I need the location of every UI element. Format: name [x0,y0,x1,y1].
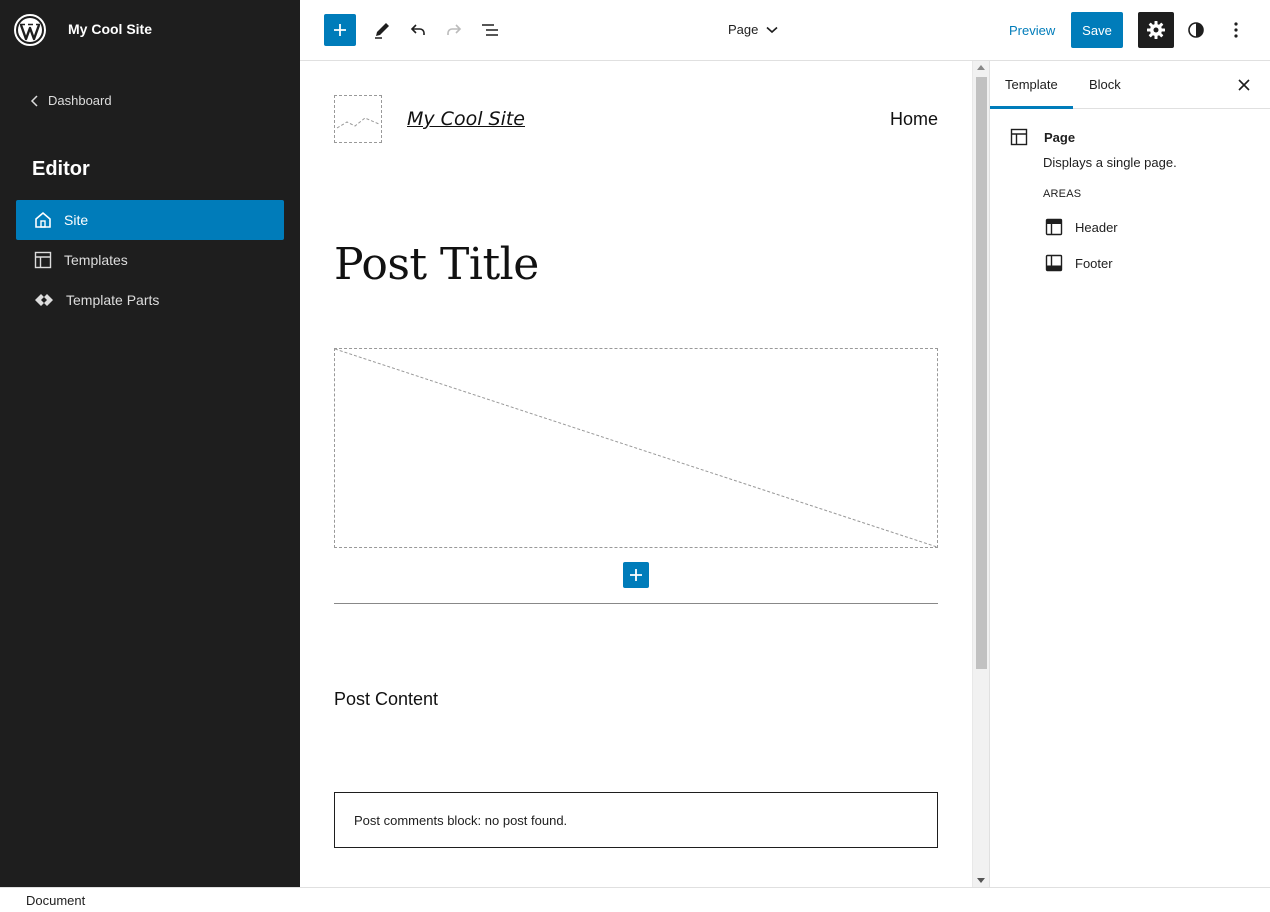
more-vertical-icon [1234,22,1238,38]
list-view-icon [482,24,498,36]
preview-button[interactable]: Preview [1009,23,1055,38]
options-button[interactable] [1220,14,1252,46]
gear-icon [1147,21,1165,39]
sidebar-nav: Site Templates Template Parts [16,200,284,320]
sidebar-item-site[interactable]: Site [16,200,284,240]
breadcrumb-document[interactable]: Document [26,893,85,908]
wordpress-logo-icon[interactable] [14,14,46,46]
sidebar-item-label: Site [64,212,89,228]
plus-icon [630,569,642,581]
sidebar-item-templates[interactable]: Templates [16,240,284,280]
close-icon[interactable] [1234,75,1254,95]
area-item-label: Header [1075,219,1118,235]
tab-block[interactable]: Block [1089,77,1121,92]
post-comments-text: Post comments block: no post found. [354,813,568,828]
tab-template[interactable]: Template [990,77,1073,109]
layout-icon [1010,128,1028,146]
list-view-button[interactable] [474,14,506,46]
chevron-left-icon [30,94,38,107]
navigation-home-link[interactable]: Home [890,109,938,130]
redo-button[interactable] [438,14,470,46]
areas-heading: AREAS [1043,188,1082,200]
site-logo-placeholder[interactable] [334,95,382,143]
sidebar-item-template-parts[interactable]: Template Parts [16,280,284,320]
separator-block[interactable] [334,603,938,604]
dashboard-link[interactable]: Dashboard [30,93,112,108]
redo-icon [447,24,462,35]
scroll-down-arrow-icon[interactable] [977,878,985,883]
sidebar-heading: Editor [32,158,90,180]
panel-tabs: Template Block [990,61,1270,109]
layout-icon [34,251,52,269]
contrast-icon [1188,22,1204,38]
template-switcher-label: Page [728,22,759,37]
pencil-icon [375,23,389,39]
chevron-down-icon [766,26,778,33]
area-item-footer[interactable]: Footer [1045,254,1113,272]
canvas-scrollbar[interactable] [972,61,989,887]
placeholder-diagonal [334,348,938,548]
footer-icon [1045,254,1063,272]
sidebar-item-label: Template Parts [66,292,160,308]
inline-add-block-button[interactable] [623,562,649,588]
template-summary: Page [1010,128,1075,146]
plus-icon [334,24,346,36]
scroll-thumb[interactable] [976,77,987,669]
save-button[interactable]: Save [1071,12,1123,48]
home-icon [35,211,51,228]
header-icon [1045,218,1063,236]
settings-button[interactable] [1138,12,1174,48]
add-block-button[interactable] [324,14,356,46]
site-title[interactable]: My Cool Site [407,108,525,130]
editor-canvas[interactable]: My Cool Site Home Post Title Post Conten… [300,61,972,887]
image-placeholder-icon [336,117,380,129]
undo-button[interactable] [402,14,434,46]
template-switcher[interactable]: Page [728,22,778,37]
featured-image-placeholder[interactable] [334,348,938,548]
undo-icon [410,24,425,35]
post-content-block[interactable]: Post Content [334,689,438,710]
sidebar-item-label: Templates [64,252,128,268]
site-editor-app: My Cool Site Dashboard Editor Site Templ… [0,0,1270,912]
edit-tool-button[interactable] [366,14,398,46]
area-item-header[interactable]: Header [1045,218,1118,236]
settings-panel: Template Block Page Displays a single pa… [989,61,1270,887]
post-title[interactable]: Post Title [334,239,539,290]
editor-sidebar: My Cool Site Dashboard Editor Site Templ… [0,0,300,887]
block-breadcrumb-bar: Document [0,887,1270,912]
site-name[interactable]: My Cool Site [68,21,152,37]
template-name: Page [1044,129,1076,145]
post-comments-block[interactable]: Post comments block: no post found. [334,792,938,848]
editor-toolbar: Page Preview Save [300,0,1270,61]
symbol-icon [35,294,53,306]
dashboard-label: Dashboard [48,93,112,108]
area-item-label: Footer [1075,255,1113,271]
template-description: Displays a single page. [1043,155,1177,170]
scroll-up-arrow-icon[interactable] [977,65,985,70]
styles-button[interactable] [1180,14,1212,46]
